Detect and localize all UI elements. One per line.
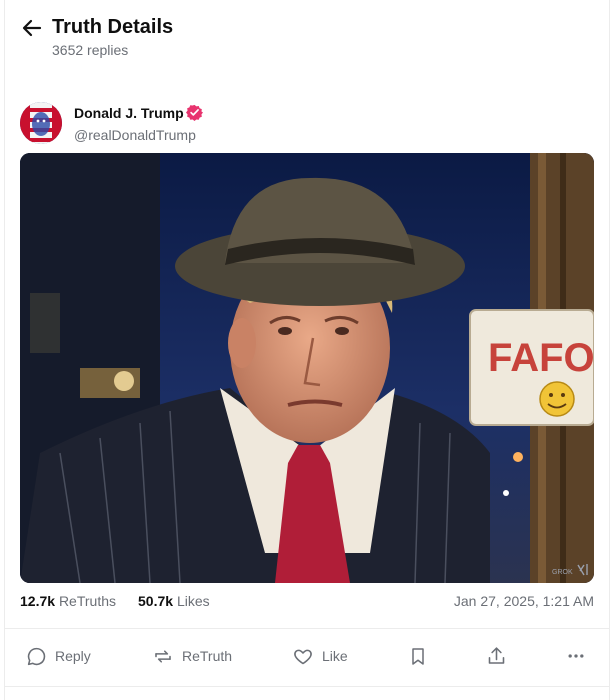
author-name[interactable]: Donald J. Trump — [74, 105, 184, 121]
like-label: Like — [322, 648, 348, 664]
sign-text: FAFO — [488, 336, 594, 380]
retruth-button[interactable]: ReTruth — [152, 644, 232, 668]
action-bar: Reply ReTruth Like — [0, 640, 614, 672]
post-author: Donald J. Trump @realDonaldTrump — [20, 100, 590, 146]
post-timestamp: Jan 27, 2025, 1:21 AM — [453, 593, 594, 609]
like-button[interactable]: Like — [292, 644, 348, 668]
retruths-stat[interactable]: 12.7k ReTruths — [20, 593, 116, 609]
likes-label: Likes — [176, 593, 210, 609]
right-border — [609, 0, 614, 700]
share-icon — [486, 645, 507, 667]
post-image[interactable]: FAFO GROK — [20, 153, 594, 583]
replies-count: 3652 replies — [52, 42, 129, 58]
reply-icon — [26, 646, 47, 667]
bottom-divider — [4, 686, 610, 687]
back-arrow-icon[interactable] — [20, 16, 44, 40]
image-watermark: GROK — [552, 569, 573, 576]
post-stats: 12.7k ReTruths 50.7k Likes Jan 27, 2025,… — [20, 593, 594, 613]
likes-stat[interactable]: 50.7k Likes — [138, 593, 210, 609]
left-border — [0, 0, 5, 700]
bookmark-button[interactable] — [408, 644, 428, 668]
retruth-label: ReTruth — [182, 648, 233, 664]
heart-icon — [292, 646, 314, 667]
page-header: Truth Details 3652 replies — [20, 14, 590, 64]
divider — [4, 628, 610, 629]
more-dots-icon — [566, 646, 586, 666]
retruth-icon — [152, 646, 174, 667]
retruths-count: 12.7k — [20, 593, 56, 609]
verified-badge-icon — [186, 104, 203, 121]
likes-count: 50.7k — [138, 593, 174, 609]
more-options-button[interactable] — [566, 644, 586, 668]
author-handle[interactable]: @realDonaldTrump — [74, 127, 196, 143]
share-button[interactable] — [486, 644, 507, 668]
avatar[interactable] — [20, 102, 62, 144]
reply-label: Reply — [55, 648, 91, 664]
bookmark-icon — [408, 646, 428, 667]
retruths-label: ReTruths — [58, 593, 116, 609]
page-title: Truth Details — [52, 16, 174, 38]
reply-button[interactable]: Reply — [26, 644, 91, 668]
